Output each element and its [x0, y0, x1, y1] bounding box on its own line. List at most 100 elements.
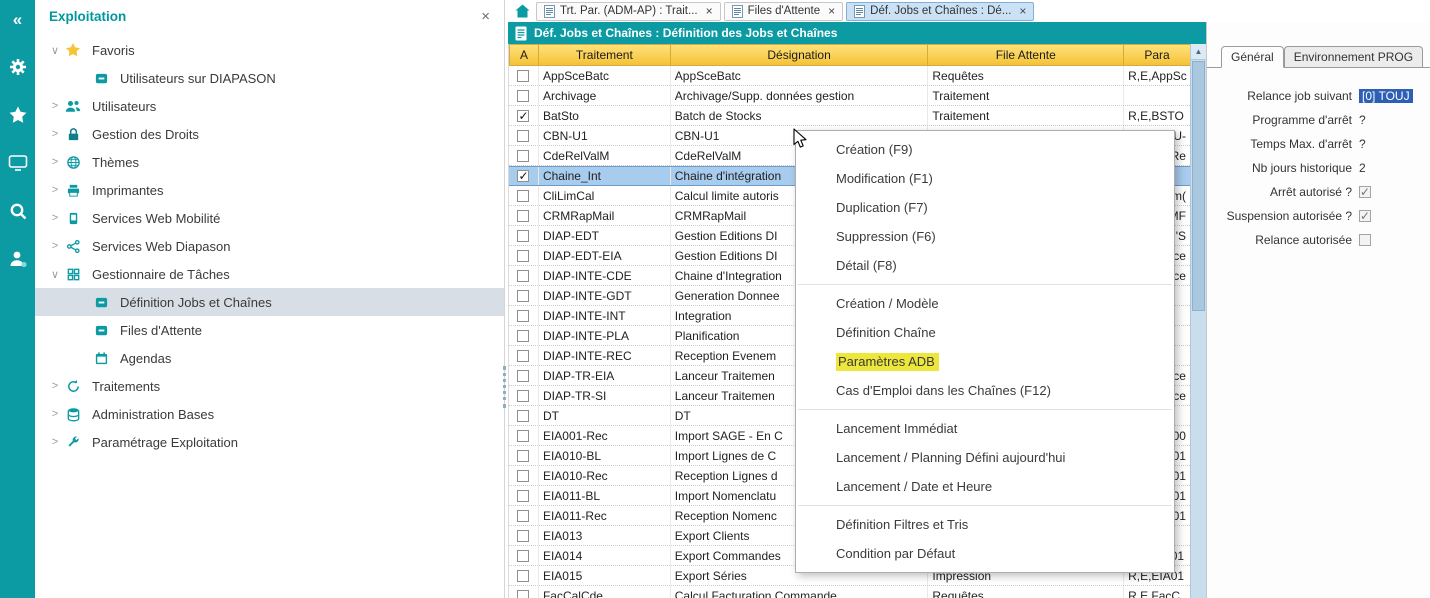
sidebar-item-gestion-des-droits[interactable]: >Gestion des Droits: [35, 120, 504, 148]
field-checkbox[interactable]: [1359, 234, 1371, 246]
column-header-traitement[interactable]: Traitement: [539, 44, 671, 66]
sidebar-item-files-d-attente[interactable]: Files d'Attente: [35, 316, 504, 344]
column-header-a[interactable]: A: [509, 44, 539, 66]
row-checkbox[interactable]: [517, 390, 529, 402]
menu-item-d-finition-cha-ne[interactable]: Définition Chaîne: [796, 318, 1174, 347]
row-checkbox[interactable]: [517, 550, 529, 562]
tab-d-f-jobs-et-cha-nes-d[interactable]: Déf. Jobs et Chaînes : Dé...×: [846, 2, 1034, 21]
row-checkbox[interactable]: [517, 530, 529, 542]
field-value[interactable]: ?: [1359, 113, 1366, 127]
table-row[interactable]: ArchivageArchivage/Supp. données gestion…: [509, 86, 1190, 106]
field-value[interactable]: 2: [1359, 161, 1366, 175]
chevron-right-icon[interactable]: >: [47, 240, 63, 252]
row-checkbox[interactable]: [517, 130, 529, 142]
row-checkbox[interactable]: [517, 250, 529, 262]
tab-close-icon[interactable]: ×: [1019, 4, 1026, 18]
collapse-icon[interactable]: «: [5, 6, 31, 32]
star-icon[interactable]: [5, 102, 31, 128]
sidebar-close-icon[interactable]: ×: [481, 8, 490, 25]
menu-item-cas-d-emploi-dans-les-cha-nes-f12[interactable]: Cas d'Emploi dans les Chaînes (F12): [796, 376, 1174, 405]
sidebar-item-traitements[interactable]: >Traitements: [35, 372, 504, 400]
sidebar-item-imprimantes[interactable]: >Imprimantes: [35, 176, 504, 204]
sidebar-item-param-trage-exploitation[interactable]: >Paramétrage Exploitation: [35, 428, 504, 456]
row-checkbox[interactable]: [517, 370, 529, 382]
search-icon[interactable]: [5, 198, 31, 224]
row-checkbox[interactable]: [517, 410, 529, 422]
row-checkbox[interactable]: [517, 150, 529, 162]
chevron-right-icon[interactable]: >: [47, 408, 63, 420]
row-checkbox[interactable]: [517, 590, 529, 598]
chevron-right-icon[interactable]: >: [47, 436, 63, 448]
chevron-right-icon[interactable]: >: [47, 156, 63, 168]
table-scrollbar[interactable]: ▲: [1190, 44, 1206, 598]
row-checkbox[interactable]: [517, 570, 529, 582]
detail-tab-g-n-ral[interactable]: Général: [1221, 46, 1284, 68]
sidebar-item-gestionnaire-de-t-ches[interactable]: ∨Gestionnaire de Tâches: [35, 260, 504, 288]
menu-item-d-tail-f8[interactable]: Détail (F8): [796, 251, 1174, 280]
sidebar-item-th-mes[interactable]: >Thèmes: [35, 148, 504, 176]
field-value[interactable]: ?: [1359, 137, 1366, 151]
menu-item-suppression-f6[interactable]: Suppression (F6): [796, 222, 1174, 251]
field-value-selected[interactable]: [0] TOUJ: [1359, 89, 1413, 103]
row-checkbox[interactable]: [517, 290, 529, 302]
tab-files-d-attente[interactable]: Files d'Attente×: [724, 2, 844, 21]
row-checkbox[interactable]: [517, 270, 529, 282]
sidebar-item-utilisateurs[interactable]: >Utilisateurs: [35, 92, 504, 120]
tab-trt-par-adm-ap-trait[interactable]: Trt. Par. (ADM-AP) : Trait...×: [536, 2, 721, 21]
chevron-right-icon[interactable]: >: [47, 184, 63, 196]
table-row[interactable]: ✓BatStoBatch de StocksTraitementR,E,BSTO: [509, 106, 1190, 126]
menu-item-duplication-f7[interactable]: Duplication (F7): [796, 193, 1174, 222]
sidebar-item-services-web-mobilit[interactable]: >Services Web Mobilité: [35, 204, 504, 232]
chevron-right-icon[interactable]: >: [47, 100, 63, 112]
row-checkbox[interactable]: [517, 350, 529, 362]
field-checkbox[interactable]: ✓: [1359, 210, 1371, 222]
menu-item-param-tres-adb[interactable]: Paramètres ADB: [796, 347, 1174, 376]
column-header-file-attente[interactable]: File Attente: [928, 44, 1124, 66]
row-checkbox[interactable]: [517, 430, 529, 442]
menu-item-lancement-date-et-heure[interactable]: Lancement / Date et Heure: [796, 472, 1174, 501]
menu-item-d-finition-filtres-et-tris[interactable]: Définition Filtres et Tris: [796, 510, 1174, 539]
chevron-right-icon[interactable]: >: [47, 128, 63, 140]
tab-close-icon[interactable]: ×: [706, 4, 713, 18]
gear-icon[interactable]: [5, 54, 31, 80]
menu-item-condition-par-d-faut[interactable]: Condition par Défaut: [796, 539, 1174, 568]
row-checkbox[interactable]: [517, 90, 529, 102]
row-checkbox[interactable]: [517, 330, 529, 342]
row-checkbox[interactable]: ✓: [517, 110, 529, 122]
menu-item-cr-ation-mod-le[interactable]: Création / Modèle: [796, 289, 1174, 318]
sidebar-item-favoris[interactable]: ∨Favoris: [35, 36, 504, 64]
sidebar-item-utilisateurs-sur-diapason[interactable]: Utilisateurs sur DIAPASON: [35, 64, 504, 92]
chevron-right-icon[interactable]: >: [47, 212, 63, 224]
row-checkbox[interactable]: [517, 190, 529, 202]
column-header-d-signation[interactable]: Désignation: [671, 44, 929, 66]
sidebar-item-agendas[interactable]: Agendas: [35, 344, 504, 372]
sidebar-item-d-finition-jobs-et-cha-nes[interactable]: Définition Jobs et Chaînes: [35, 288, 504, 316]
menu-item-lancement-planning-d-fini-aujourd-hui[interactable]: Lancement / Planning Défini aujourd'hui: [796, 443, 1174, 472]
row-checkbox[interactable]: [517, 450, 529, 462]
monitor-icon[interactable]: [5, 150, 31, 176]
row-checkbox[interactable]: [517, 230, 529, 242]
row-checkbox[interactable]: [517, 510, 529, 522]
menu-item-lancement-imm-diat[interactable]: Lancement Immédiat: [796, 414, 1174, 443]
row-checkbox[interactable]: [517, 210, 529, 222]
column-header-para[interactable]: Para: [1124, 44, 1190, 66]
row-checkbox[interactable]: [517, 310, 529, 322]
chevron-right-icon[interactable]: >: [47, 380, 63, 392]
chevron-down-icon[interactable]: ∨: [47, 268, 63, 281]
menu-item-cr-ation-f9[interactable]: Création (F9): [796, 135, 1174, 164]
table-row[interactable]: FacCalCdeCalcul Facturation CommandeRequ…: [509, 586, 1190, 598]
sidebar-item-administration-bases[interactable]: >Administration Bases: [35, 400, 504, 428]
chevron-down-icon[interactable]: ∨: [47, 44, 63, 57]
row-checkbox[interactable]: [517, 490, 529, 502]
row-checkbox[interactable]: [517, 70, 529, 82]
sidebar-resize-handle[interactable]: [503, 366, 508, 408]
row-checkbox[interactable]: ✓: [517, 170, 529, 182]
scrollbar-thumb[interactable]: [1192, 61, 1205, 311]
sidebar-item-services-web-diapason[interactable]: >Services Web Diapason: [35, 232, 504, 260]
user-icon[interactable]: [5, 246, 31, 272]
menu-item-modification-f1[interactable]: Modification (F1): [796, 164, 1174, 193]
field-checkbox[interactable]: ✓: [1359, 186, 1371, 198]
table-row[interactable]: AppSceBatcAppSceBatcRequêtesR,E,AppSc: [509, 66, 1190, 86]
tab-close-icon[interactable]: ×: [828, 4, 835, 18]
detail-tab-environnement-prog[interactable]: Environnement PROG: [1284, 46, 1423, 67]
